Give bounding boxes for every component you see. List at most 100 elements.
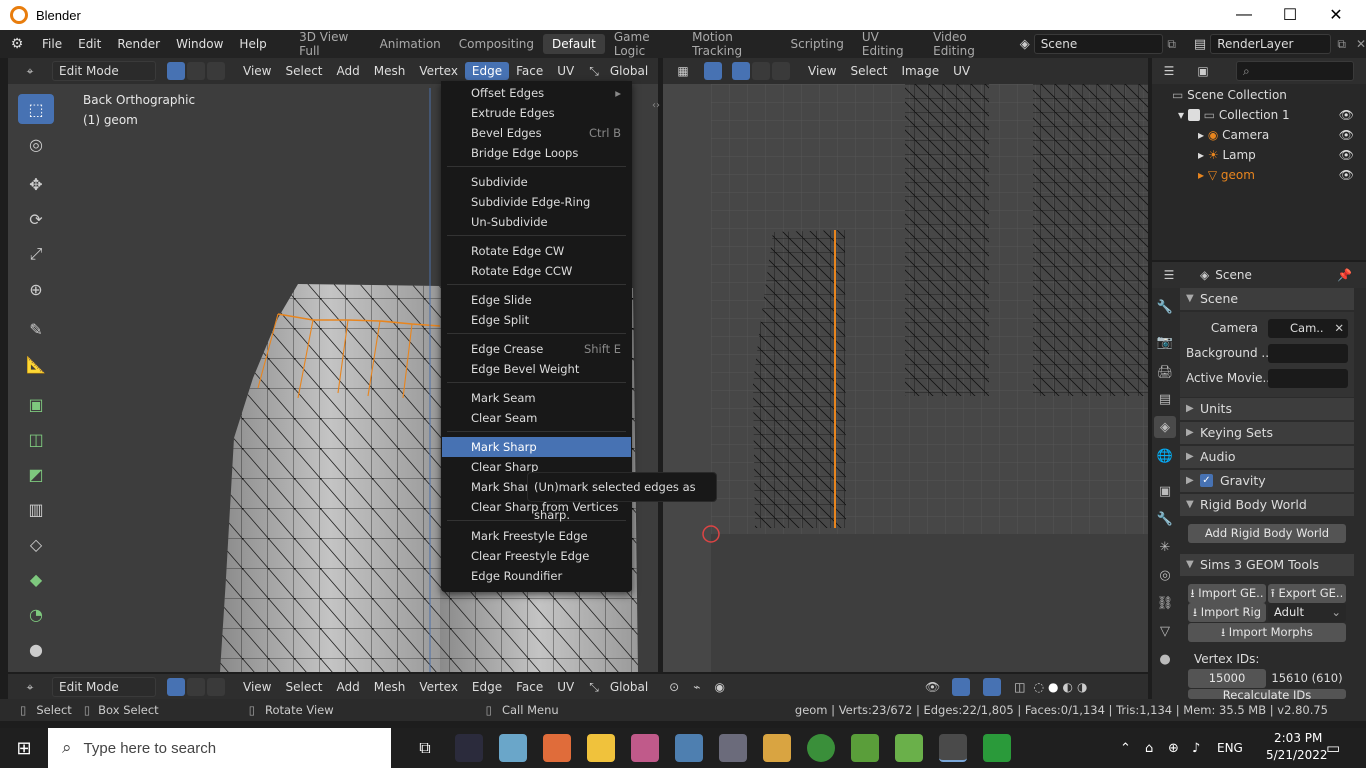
menu-item-un-subdivide[interactable]: Un-Subdivide (442, 212, 631, 232)
orientation-dropdown-bottom[interactable]: Global (603, 678, 655, 696)
import-geom-button[interactable]: ⭳ Import GE.. (1188, 584, 1266, 603)
tab-default[interactable]: Default (543, 34, 605, 54)
app-icon-terminal[interactable] (455, 734, 483, 762)
uv-face-mode[interactable] (772, 62, 790, 80)
uv-editor[interactable]: ▦ View Select Image UV (663, 58, 1148, 672)
material-shading-icon[interactable]: ◐ (1062, 680, 1072, 694)
vertex-select-mode-bottom[interactable] (167, 678, 185, 696)
menu-window[interactable]: Window (168, 37, 231, 51)
notification-icon[interactable]: ▭ (1326, 739, 1340, 757)
tray-time[interactable]: 2:03 PM (1274, 731, 1322, 745)
tab-video-editing[interactable]: Video Editing (924, 27, 1009, 61)
menu-item-bridge-edge-loops[interactable]: Bridge Edge Loops (442, 143, 631, 163)
remove-renderlayer-icon[interactable]: ✕ (1356, 37, 1366, 51)
collection-checkbox[interactable] (1187, 109, 1200, 121)
menu-item-clear-freestyle-edge[interactable]: Clear Freestyle Edge (442, 546, 631, 566)
eye-icon[interactable]: 👁 (1339, 108, 1354, 122)
calculator-icon[interactable] (675, 734, 703, 762)
app-icon-sims2[interactable] (895, 734, 923, 762)
move-tool-icon[interactable]: ✥ (18, 169, 54, 199)
app-icon-sims[interactable] (851, 734, 879, 762)
eye-icon[interactable]: 👁 (1339, 168, 1354, 182)
taskbar-search[interactable]: ⌕ Type here to search (48, 728, 391, 768)
object-tab-icon[interactable]: ▣ (1154, 480, 1176, 502)
tray-volume-icon[interactable]: ♪ (1192, 741, 1200, 756)
tool-tab-icon[interactable]: 🔧 (1154, 296, 1176, 318)
material-tab-icon[interactable]: ● (1154, 648, 1176, 670)
annotate-tool-icon[interactable]: ✎ (18, 314, 54, 344)
bottom-menu-uv[interactable]: UV (550, 678, 581, 696)
bevel-tool-icon[interactable]: ◩ (18, 459, 54, 489)
eye-icon[interactable]: 👁 (1339, 128, 1354, 142)
outliner-item-geom[interactable]: ▸ ▽ geom 👁 (1198, 168, 1366, 182)
visibility-icon[interactable]: 👁 (925, 680, 940, 694)
wireframe-shading-icon[interactable]: ◌ (1034, 680, 1044, 694)
measure-tool-icon[interactable]: 📐 (18, 349, 54, 379)
app-icon-w[interactable] (983, 734, 1011, 762)
app-icon-palette[interactable] (763, 734, 791, 762)
output-tab-icon[interactable]: 🖨 (1154, 361, 1176, 383)
sims-geom-section[interactable]: ▼ Sims 3 GEOM Tools (1180, 554, 1354, 576)
blender-taskbar-icon[interactable] (939, 734, 967, 762)
import-rig-button[interactable]: ⭳ Import Rig (1188, 603, 1266, 622)
outliner-item-lamp[interactable]: ▸ ☀ Lamp 👁 (1198, 148, 1366, 162)
uv-menu-image[interactable]: Image (895, 62, 947, 80)
tab-game-logic[interactable]: Game Logic (605, 27, 683, 61)
constraints-tab-icon[interactable]: ⛓ (1154, 592, 1176, 614)
menu-item-mark-seam[interactable]: Mark Seam (442, 388, 631, 408)
polybuild-tool-icon[interactable]: ◆ (18, 564, 54, 594)
world-tab-icon[interactable]: 🌐 (1154, 445, 1176, 467)
uv-sync-icon[interactable] (704, 62, 722, 80)
editor-type-icon[interactable]: ⌖ (8, 680, 52, 695)
vertex-id-start-field[interactable]: 15000 (1188, 669, 1266, 688)
menu-render[interactable]: Render (109, 37, 168, 51)
rigid-body-section[interactable]: ▼ Rigid Body World (1180, 494, 1354, 516)
inset-tool-icon[interactable]: ◫ (18, 424, 54, 454)
renderlayer-field[interactable]: RenderLayer (1210, 34, 1332, 54)
bottom-menu-add[interactable]: Add (330, 678, 367, 696)
app-icon-paint[interactable] (631, 734, 659, 762)
bottom-menu-edge[interactable]: Edge (465, 678, 509, 696)
face-select-mode-bottom[interactable] (207, 678, 225, 696)
transform-tool-icon[interactable]: ⊕ (18, 274, 54, 304)
windows-start-icon[interactable]: ⊞ (0, 738, 48, 759)
cursor-tool-icon[interactable]: ◎ (18, 129, 54, 159)
uv-menu-view[interactable]: View (801, 62, 843, 80)
app-icon-notes[interactable] (499, 734, 527, 762)
menu-item-edge-crease[interactable]: Edge Crease Shift E (442, 339, 631, 359)
bottom-menu-view[interactable]: View (236, 678, 278, 696)
menu-file[interactable]: File (34, 37, 70, 51)
outliner-type-icon[interactable]: ☰ (1152, 64, 1186, 78)
gravity-section[interactable]: ▶ ✓ Gravity (1180, 470, 1354, 492)
properties-type-icon[interactable]: ☰ (1152, 268, 1186, 282)
xray-icon[interactable]: ◫ (1014, 680, 1025, 694)
menu-item-mark-freestyle-edge[interactable]: Mark Freestyle Edge (442, 526, 631, 546)
scene-field[interactable]: Scene (1033, 34, 1164, 54)
menu-item-rotate-edge-cw[interactable]: Rotate Edge CW (442, 241, 631, 261)
tab-3d-view-full[interactable]: 3D View Full (290, 27, 371, 61)
tab-uv-editing[interactable]: UV Editing (853, 27, 924, 61)
overlay-toggle[interactable] (983, 678, 1002, 696)
keying-sets-section[interactable]: ▶ Keying Sets (1180, 422, 1354, 444)
menu-item-clear-seam[interactable]: Clear Seam (442, 408, 631, 428)
tab-compositing[interactable]: Compositing (450, 34, 543, 54)
menu-item-extrude-edges[interactable]: Extrude Edges (442, 103, 631, 123)
units-section[interactable]: ▶ Units (1180, 398, 1354, 420)
menu-item-edge-bevel-weight[interactable]: Edge Bevel Weight (442, 359, 631, 379)
menu-item-mark-sharp[interactable]: Mark Sharp (442, 437, 631, 457)
pin-icon[interactable]: 📌 (1337, 268, 1352, 282)
bottom-menu-select[interactable]: Select (278, 678, 329, 696)
scene-section[interactable]: ▼ Scene (1180, 288, 1354, 310)
eye-icon[interactable]: 👁 (1339, 148, 1354, 162)
outliner-collection[interactable]: ▾ ▭ Collection 1 👁 (1178, 108, 1366, 122)
loopcut-tool-icon[interactable]: ▥ (18, 494, 54, 524)
tab-motion-tracking[interactable]: Motion Tracking (683, 27, 781, 61)
uv-vertex-mode[interactable] (732, 62, 750, 80)
uv-menu-select[interactable]: Select (843, 62, 894, 80)
menu-help[interactable]: Help (231, 37, 274, 51)
select-box-tool[interactable]: ⬚ (18, 94, 54, 124)
modifier-tab-icon[interactable]: 🔧 (1154, 508, 1176, 530)
render-tab-icon[interactable]: 📷 (1154, 331, 1176, 353)
outliner-root[interactable]: ▭ Scene Collection (1172, 88, 1287, 102)
rendered-shading-icon[interactable]: ◑ (1077, 680, 1087, 694)
